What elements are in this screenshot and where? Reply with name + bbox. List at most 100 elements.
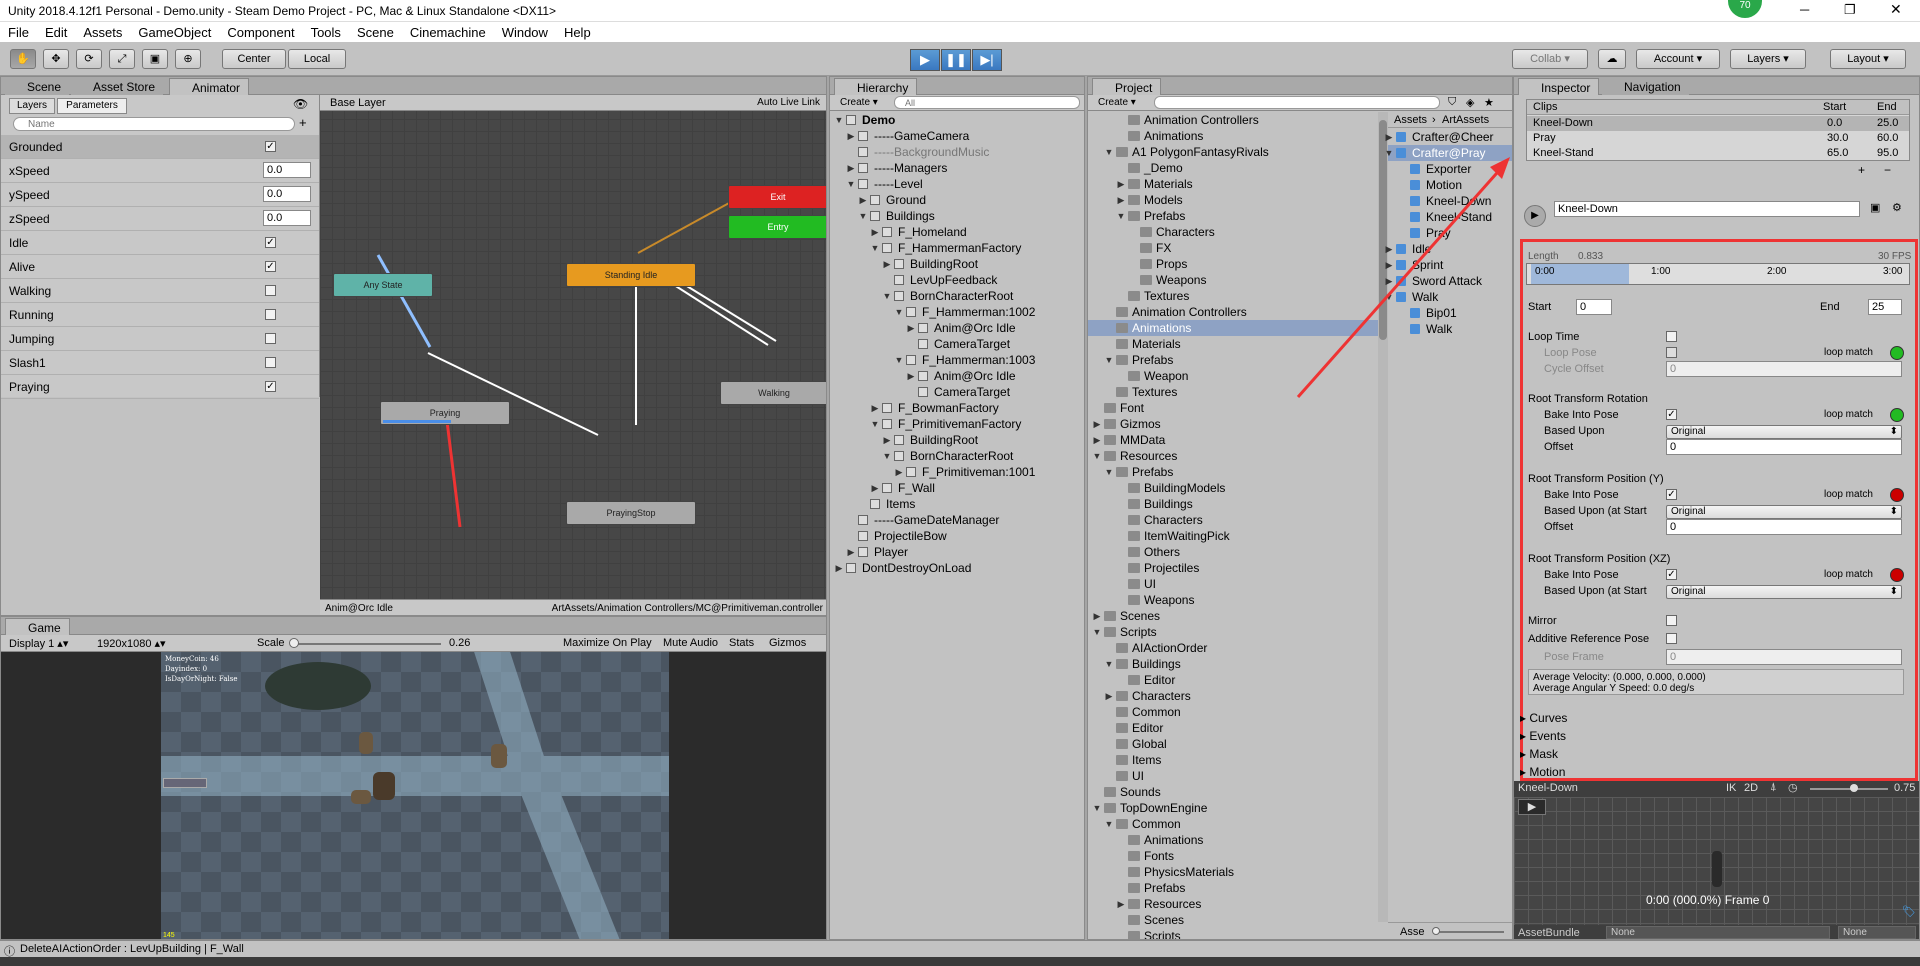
add-clip-button[interactable]: + bbox=[1858, 163, 1865, 177]
project-folder-item[interactable]: Prefabs bbox=[1088, 880, 1378, 896]
scale-slider[interactable] bbox=[289, 638, 441, 648]
preview-ik-toggle[interactable]: IK bbox=[1726, 782, 1736, 794]
collapsed-arrow-icon[interactable]: ▶ bbox=[882, 256, 892, 272]
expanded-arrow-icon[interactable]: ▼ bbox=[870, 416, 880, 432]
collapsed-arrow-icon[interactable]: ▶ bbox=[1116, 176, 1126, 192]
hierarchy-item[interactable]: ▼ BornCharacterRoot bbox=[830, 288, 1084, 304]
play-button[interactable]: ▶ bbox=[910, 49, 940, 71]
expanded-arrow-icon[interactable]: ▼ bbox=[846, 176, 856, 192]
hierarchy-item[interactable]: ▶ F_Primitiveman:1001 bbox=[830, 464, 1084, 480]
gizmos-button[interactable]: Gizmos bbox=[769, 637, 806, 649]
hierarchy-item[interactable]: ▶ -----GameCamera bbox=[830, 128, 1084, 144]
parameter-row[interactable]: zSpeed 0.0 bbox=[1, 207, 319, 231]
project-folder-item[interactable]: ▼ Buildings bbox=[1088, 656, 1378, 672]
favorite-icon[interactable]: ★ bbox=[1484, 96, 1494, 109]
collapsed-arrow-icon[interactable]: ▶ bbox=[906, 320, 916, 336]
preview-speed-slider[interactable] bbox=[1810, 784, 1888, 792]
transform-tool-icon[interactable]: ⊕ bbox=[175, 49, 201, 69]
foldout-events[interactable]: ▸ Events bbox=[1520, 729, 1566, 743]
breadcrumb-artassets[interactable]: ArtAssets bbox=[1442, 114, 1489, 126]
menu-edit[interactable]: Edit bbox=[37, 22, 75, 40]
hierarchy-item[interactable]: Items bbox=[830, 496, 1084, 512]
parameter-value-field[interactable]: 0.0 bbox=[263, 162, 311, 178]
clip-row[interactable]: Kneel-Stand 65.0 95.0 bbox=[1527, 146, 1909, 161]
project-folder-item[interactable]: Projectiles bbox=[1088, 560, 1378, 576]
parameter-row[interactable]: Idle ✓ bbox=[1, 231, 319, 255]
project-folder-item[interactable]: Characters bbox=[1088, 512, 1378, 528]
project-folder-item[interactable]: Fonts bbox=[1088, 848, 1378, 864]
parameter-checkbox[interactable]: ✓ bbox=[265, 261, 276, 272]
add-parameter-icon[interactable]: + bbox=[299, 115, 307, 130]
tab-navigation[interactable]: Navigation bbox=[1602, 78, 1689, 95]
loop-time-checkbox[interactable] bbox=[1666, 331, 1677, 342]
move-tool-icon[interactable]: ✥ bbox=[43, 49, 69, 69]
maximize-icon[interactable]: ❐ bbox=[1844, 2, 1856, 18]
hierarchy-item[interactable]: ▼ F_PrimitivemanFactory bbox=[830, 416, 1084, 432]
parameter-row[interactable]: xSpeed 0.0 bbox=[1, 159, 319, 183]
expanded-arrow-icon[interactable]: ▼ bbox=[1104, 144, 1114, 160]
hand-tool-icon[interactable]: ✋ bbox=[10, 49, 36, 69]
hierarchy-item[interactable]: ▼ F_Hammerman:1003 bbox=[830, 352, 1084, 368]
pivot-local-button[interactable]: Local bbox=[288, 49, 346, 69]
hierarchy-item[interactable]: ▶ Anim@Orc Idle bbox=[830, 320, 1084, 336]
project-folder-item[interactable]: Items bbox=[1088, 752, 1378, 768]
exit-node[interactable]: Exit bbox=[728, 185, 826, 209]
walking-node[interactable]: Walking bbox=[720, 381, 826, 405]
filter-label-icon[interactable]: ◈ bbox=[1466, 96, 1474, 109]
hierarchy-item[interactable]: LevUpFeedback bbox=[830, 272, 1084, 288]
collapsed-arrow-icon[interactable]: ▶ bbox=[1104, 688, 1114, 704]
clip-play-icon[interactable]: ▶ bbox=[1524, 205, 1546, 227]
hierarchy-item[interactable]: ▶ F_Wall bbox=[830, 480, 1084, 496]
menu-window[interactable]: Window bbox=[494, 22, 556, 40]
project-folder-item[interactable]: Animations bbox=[1088, 832, 1378, 848]
resolution-dropdown[interactable]: 1920x1080 ▴▾ bbox=[97, 637, 166, 650]
foldout-mask[interactable]: ▸ Mask bbox=[1520, 747, 1558, 761]
asset-tag-icon[interactable]: 🏷 bbox=[1902, 905, 1916, 918]
project-folder-item[interactable]: ItemWaitingPick bbox=[1088, 528, 1378, 544]
project-folder-item[interactable]: Others bbox=[1088, 544, 1378, 560]
assetbundle-variant-dropdown[interactable]: None bbox=[1838, 926, 1916, 939]
clip-asset-icon[interactable]: ▣ bbox=[1870, 201, 1880, 214]
collapsed-arrow-icon[interactable]: ▶ bbox=[1092, 432, 1102, 448]
project-folder-item[interactable]: UI bbox=[1088, 768, 1378, 784]
menu-component[interactable]: Component bbox=[219, 22, 302, 40]
close-icon[interactable]: ✕ bbox=[1890, 1, 1902, 18]
menu-cinemachine[interactable]: Cinemachine bbox=[402, 22, 494, 40]
menu-help[interactable]: Help bbox=[556, 22, 599, 40]
collapsed-arrow-icon[interactable]: ▶ bbox=[1092, 608, 1102, 624]
filter-type-icon[interactable]: ⛉ bbox=[1448, 96, 1456, 109]
loop-pose-checkbox[interactable] bbox=[1666, 347, 1677, 358]
expanded-arrow-icon[interactable]: ▼ bbox=[870, 240, 880, 256]
expanded-arrow-icon[interactable]: ▼ bbox=[834, 112, 844, 128]
collapsed-arrow-icon[interactable]: ▶ bbox=[894, 464, 904, 480]
project-folder-item[interactable]: Weapons bbox=[1088, 592, 1378, 608]
project-folder-item[interactable]: BuildingModels bbox=[1088, 480, 1378, 496]
hierarchy-item[interactable]: ▶ DontDestroyOnLoad bbox=[830, 560, 1084, 576]
project-folder-item[interactable]: ▼ Common bbox=[1088, 816, 1378, 832]
parameter-checkbox[interactable]: ✓ bbox=[265, 237, 276, 248]
any-state-node[interactable]: Any State bbox=[333, 273, 433, 297]
collapsed-arrow-icon[interactable]: ▶ bbox=[870, 224, 880, 240]
expanded-arrow-icon[interactable]: ▼ bbox=[1104, 816, 1114, 832]
preview-speed-icon[interactable]: ◷ bbox=[1788, 781, 1798, 794]
scale-tool-icon[interactable]: ⤢ bbox=[109, 49, 135, 69]
project-folder-item[interactable]: Scenes bbox=[1088, 912, 1378, 928]
project-create-button[interactable]: Create ▾ bbox=[1098, 97, 1136, 108]
expanded-arrow-icon[interactable]: ▼ bbox=[1092, 800, 1102, 816]
hierarchy-item[interactable]: CameraTarget bbox=[830, 384, 1084, 400]
hierarchy-item[interactable]: ▼ Demo bbox=[830, 112, 1084, 128]
praying-node[interactable]: Praying bbox=[380, 401, 510, 425]
step-button[interactable]: ▶| bbox=[972, 49, 1002, 71]
additive-ref-checkbox[interactable] bbox=[1666, 633, 1677, 644]
project-folder-item[interactable]: Buildings bbox=[1088, 496, 1378, 512]
rect-tool-icon[interactable]: ▣ bbox=[142, 49, 168, 69]
parameter-value-field[interactable]: 0.0 bbox=[263, 186, 311, 202]
hierarchy-item[interactable]: -----BackgroundMusic bbox=[830, 144, 1084, 160]
project-folder-item[interactable]: ▶ MMData bbox=[1088, 432, 1378, 448]
pose-frame-field[interactable]: 0 bbox=[1666, 649, 1902, 665]
hierarchy-item[interactable]: ▶ Ground bbox=[830, 192, 1084, 208]
hierarchy-item[interactable]: CameraTarget bbox=[830, 336, 1084, 352]
project-folder-item[interactable]: ▶ Scenes bbox=[1088, 608, 1378, 624]
project-folder-item[interactable]: UI bbox=[1088, 576, 1378, 592]
stats-button[interactable]: Stats bbox=[729, 637, 754, 649]
